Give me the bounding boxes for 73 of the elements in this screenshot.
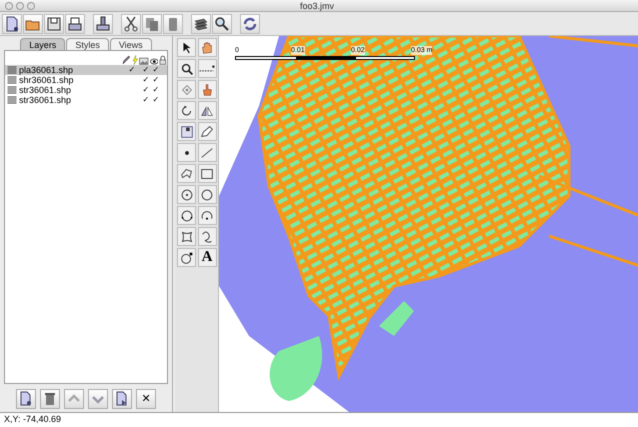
tool-button[interactable] — [198, 227, 216, 246]
tool-button[interactable] — [177, 248, 196, 267]
toolbar-button[interactable] — [191, 14, 211, 34]
layer-stack-icon — [7, 66, 17, 74]
layer-stack-icon — [7, 96, 17, 104]
picture-icon — [139, 56, 149, 65]
close-button[interactable]: ✕ — [136, 389, 156, 409]
toolbar-button[interactable] — [23, 14, 43, 34]
magnifier-icon — [213, 14, 231, 32]
tool-button[interactable] — [198, 122, 216, 141]
circle-icon — [199, 186, 215, 202]
tool-button[interactable] — [177, 143, 196, 162]
toolbar-button[interactable] — [93, 14, 113, 34]
check-mark[interactable]: ✓ — [141, 95, 151, 105]
cut-icon — [122, 14, 140, 32]
tool-button[interactable] — [177, 101, 196, 120]
ellipse-icon — [178, 250, 194, 266]
pencil-icon — [122, 55, 131, 65]
pencil-shape-icon — [199, 124, 215, 140]
tool-button[interactable] — [177, 164, 196, 183]
tab[interactable]: Layers — [20, 38, 66, 50]
scale-icon — [178, 124, 194, 140]
tool-button[interactable] — [198, 101, 216, 120]
tool-button[interactable] — [198, 185, 216, 204]
layer-button[interactable] — [16, 389, 36, 409]
measure-icon — [199, 65, 215, 72]
circle-points-icon — [178, 208, 194, 224]
layer-button[interactable] — [112, 389, 132, 409]
lightning-icon — [132, 55, 138, 65]
layer-name: pla36061.shp — [19, 65, 74, 75]
check-mark[interactable]: ✓ — [151, 95, 161, 105]
tool-button[interactable] — [198, 206, 216, 225]
check-mark[interactable]: ✓ — [151, 65, 161, 75]
tool-button[interactable] — [198, 164, 216, 183]
layer-stack-icon — [7, 86, 17, 94]
layer-row[interactable]: pla36061.shp ✓ ✓ ✓ — [5, 65, 167, 75]
tool-button[interactable] — [177, 122, 196, 141]
tab[interactable]: Views — [110, 38, 152, 50]
toolbar-button[interactable] — [212, 14, 232, 34]
lock-icon — [159, 55, 167, 65]
text-tool-button[interactable]: A — [198, 248, 216, 267]
layer-name: shr36061.shp — [19, 75, 75, 85]
check-mark[interactable]: ✓ — [141, 65, 151, 75]
tool-button[interactable] — [177, 59, 196, 78]
stamp-icon — [94, 14, 112, 32]
toolbar-button[interactable] — [240, 14, 260, 34]
toolbar-button[interactable] — [121, 14, 141, 34]
toolbar-button[interactable] — [65, 14, 85, 34]
circle-center-icon — [178, 186, 194, 202]
toolbar-button[interactable] — [2, 14, 22, 34]
tab[interactable]: Styles — [66, 38, 109, 50]
tool-button[interactable] — [177, 38, 196, 57]
check-mark[interactable]: ✓ — [141, 85, 151, 95]
layer-button[interactable] — [40, 389, 60, 409]
eye-icon — [150, 58, 158, 65]
check-mark[interactable]: ✓ — [151, 85, 161, 95]
toolbar-button[interactable] — [44, 14, 64, 34]
window-title: foo3.jmv — [300, 0, 334, 12]
tool-button[interactable] — [177, 185, 196, 204]
coordinate-readout: X,Y: -74,40.69 — [4, 413, 62, 426]
check-mark[interactable]: ✓ — [151, 75, 161, 85]
check-mark[interactable]: ✓ — [141, 75, 151, 85]
point-icon — [184, 150, 188, 154]
tool-button[interactable] — [198, 143, 216, 162]
layer-stack-icon — [7, 76, 17, 84]
tool-button[interactable] — [177, 206, 196, 225]
printer-icon — [66, 14, 84, 32]
layer-name: str36061.shp — [19, 85, 72, 95]
tool-button[interactable] — [177, 227, 196, 246]
check-mark[interactable]: ✓ — [123, 65, 141, 75]
layer-name: str36061.shp — [19, 95, 72, 105]
hand-icon — [199, 40, 215, 56]
tool-button[interactable] — [198, 59, 216, 78]
